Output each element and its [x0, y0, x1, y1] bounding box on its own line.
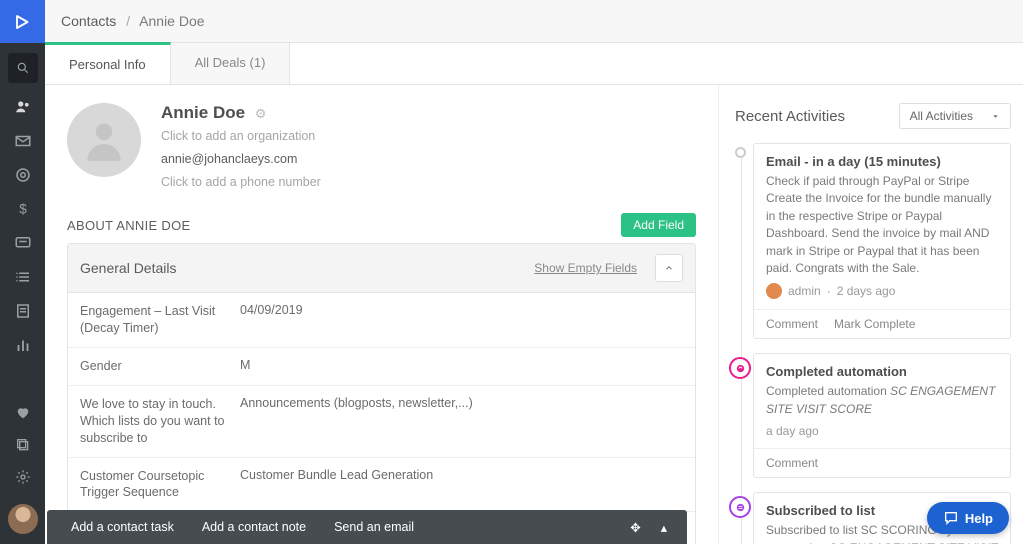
add-contact-note-button[interactable]: Add a contact note [188, 520, 320, 534]
settings-icon[interactable] [14, 468, 32, 486]
add-field-button[interactable]: Add Field [621, 213, 696, 237]
general-details-title: General Details [80, 260, 177, 276]
move-icon[interactable]: ✥ [620, 520, 650, 535]
list-icon [729, 496, 751, 518]
user-avatar[interactable] [8, 504, 38, 534]
activity-title: Email - in a day (15 minutes) [766, 154, 998, 169]
help-button[interactable]: Help [927, 502, 1009, 534]
detail-row: GenderM [68, 348, 695, 386]
bottom-action-bar: Add a contact task Add a contact note Se… [47, 510, 687, 544]
tab-all-deals[interactable]: All Deals (1) [171, 43, 291, 84]
topbar: Contacts / Annie Doe [45, 0, 1023, 43]
activity-desc: Check if paid through PayPal or Stripe C… [766, 173, 998, 277]
search-icon[interactable] [8, 53, 38, 83]
expand-icon[interactable]: ▴ [651, 520, 677, 535]
contact-avatar[interactable] [67, 103, 141, 177]
forms-icon[interactable] [14, 302, 32, 320]
chat-icon [943, 510, 959, 526]
activity-desc: Completed automation SC ENGAGEMENT SITE … [766, 383, 998, 418]
collapse-button[interactable] [655, 254, 683, 282]
about-heading: ABOUT ANNIE DOE [67, 218, 190, 233]
add-phone-link[interactable]: Click to add a phone number [161, 173, 321, 192]
comment-action[interactable]: Comment [766, 317, 818, 331]
mail-icon[interactable] [14, 132, 32, 150]
heart-icon[interactable] [14, 404, 32, 422]
add-contact-task-button[interactable]: Add a contact task [57, 520, 188, 534]
admin-avatar-icon [766, 283, 782, 299]
activity-item: Email - in a day (15 minutes) Check if p… [753, 143, 1011, 339]
comment-action[interactable]: Comment [766, 456, 818, 470]
mark-complete-action[interactable]: Mark Complete [834, 317, 915, 331]
contact-email[interactable]: annie@johanclaeys.com [161, 150, 321, 169]
tab-personal-info[interactable]: Personal Info [45, 42, 171, 84]
add-org-link[interactable]: Click to add an organization [161, 127, 321, 146]
breadcrumb-root[interactable]: Contacts [61, 13, 116, 29]
reports-icon[interactable] [14, 336, 32, 354]
general-details: General Details Show Empty Fields Engage… [67, 243, 696, 544]
deals-icon[interactable]: $ [14, 200, 32, 218]
sidebar: $ [0, 0, 45, 544]
activities-filter[interactable]: All Activities [899, 103, 1011, 129]
copy-icon[interactable] [14, 436, 32, 454]
lists-icon[interactable] [14, 268, 32, 286]
show-empty-fields-link[interactable]: Show Empty Fields [534, 261, 637, 275]
activities-heading: Recent Activities [735, 108, 845, 125]
send-email-button[interactable]: Send an email [320, 520, 428, 534]
activity-title: Completed automation [766, 364, 998, 379]
contact-header: Annie Doe ⚙ Click to add an organization… [67, 103, 696, 191]
detail-row: Customer Coursetopic Trigger SequenceCus… [68, 458, 695, 513]
contact-name: Annie Doe [161, 103, 245, 123]
contacts-icon[interactable] [14, 98, 32, 116]
svg-text:$: $ [19, 202, 27, 217]
detail-row: Engagement – Last Visit (Decay Timer)04/… [68, 293, 695, 348]
timeline: Email - in a day (15 minutes) Check if p… [735, 143, 1011, 544]
contact-info: Annie Doe ⚙ Click to add an organization… [161, 103, 321, 191]
app-logo[interactable] [0, 0, 45, 43]
chevron-down-icon [991, 112, 1000, 121]
target-icon[interactable] [14, 166, 32, 184]
breadcrumb-current: Annie Doe [139, 13, 204, 29]
breadcrumb: Contacts / Annie Doe [61, 13, 205, 29]
activity-item: Completed automation Completed automatio… [753, 353, 1011, 478]
timeline-dot [735, 147, 746, 158]
automation-icon [729, 357, 751, 379]
tabs: Personal Info All Deals (1) [45, 43, 1023, 85]
detail-row: We love to stay in touch. Which lists do… [68, 386, 695, 458]
contact-settings-icon[interactable]: ⚙ [255, 106, 267, 121]
conversations-icon[interactable] [14, 234, 32, 252]
